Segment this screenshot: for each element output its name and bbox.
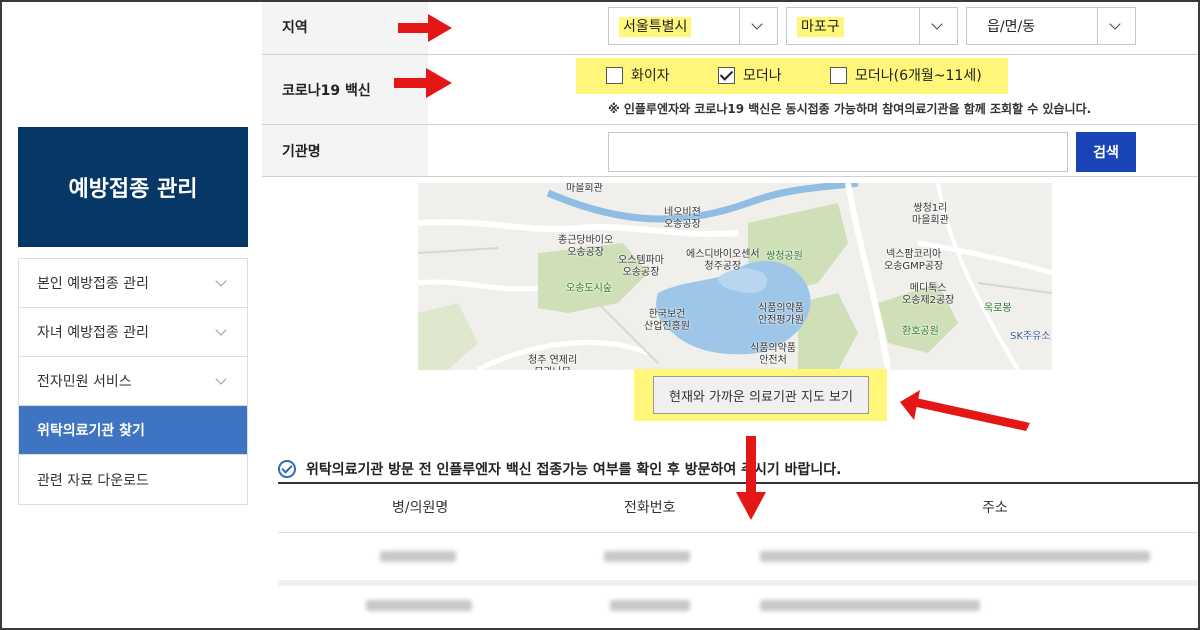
map-label-kohi: 한국보건 산업진흥원 bbox=[644, 309, 690, 332]
sidebar-item-label: 위탁의료기관 찾기 bbox=[37, 423, 145, 439]
sidebar-item-my-vaccination[interactable]: 본인 예방접종 관리 bbox=[19, 259, 247, 308]
table-header-address: 주소 bbox=[982, 500, 1008, 516]
chevron-down-icon bbox=[1097, 8, 1135, 44]
map-label-oksan: 옥로봉 bbox=[984, 303, 1012, 314]
sidebar-item-label: 자녀 예방접종 관리 bbox=[37, 325, 149, 341]
chevron-down-icon bbox=[739, 8, 777, 44]
notice: 위탁의료기관 방문 전 인플루엔자 백신 접종가능 여부를 확인 후 방문하여 … bbox=[278, 459, 842, 479]
table-header-name: 병/의원명 bbox=[392, 500, 449, 516]
moderna-kids-label: 모더나(6개월~11세) bbox=[855, 68, 982, 84]
map-label-cheongju: 청주 연제리 모과나무 bbox=[528, 355, 578, 370]
sidebar-menu: 본인 예방접종 관리 자녀 예방접종 관리 전자민원 서비스 위탁의료기관 찾기… bbox=[18, 258, 248, 505]
vaccine-note: ※ 인플루엔자와 코로나19 백신은 동시접종 가능하며 참여의료기관을 함께 … bbox=[608, 102, 1092, 116]
district-select[interactable]: 마포구 bbox=[786, 7, 958, 45]
blurred-cell bbox=[760, 600, 980, 611]
sidebar-item-child-vaccination[interactable]: 자녀 예방접종 관리 bbox=[19, 308, 247, 357]
blurred-cell bbox=[366, 600, 472, 611]
chevron-down-icon bbox=[919, 8, 957, 44]
map-label-nexpharm: 넥스팜코리아 오송GMP공장 bbox=[884, 249, 944, 272]
dong-select[interactable]: 읍/면/동 bbox=[966, 7, 1136, 45]
map-label-sk: SK주유소 bbox=[1010, 331, 1051, 342]
results-table bbox=[278, 482, 1200, 484]
map-label-neo: 네오비젼 오송공장 bbox=[664, 207, 701, 230]
name-label: 기관명 bbox=[262, 125, 428, 176]
region-row: 지역 서울특별시 마포구 읍/면/동 bbox=[262, 0, 1200, 54]
moderna-kids-checkbox[interactable]: 모더나(6개월~11세) bbox=[830, 65, 982, 85]
pfizer-label: 화이자 bbox=[631, 68, 670, 84]
map-label-jonggeun: 종근당바이오 오송공장 bbox=[558, 235, 614, 258]
sidebar-title: 예방접종 관리 bbox=[18, 127, 248, 247]
sidebar-item-e-civil[interactable]: 전자민원 서비스 bbox=[19, 357, 247, 406]
checkbox-icon bbox=[606, 66, 623, 84]
city-select-value: 서울특별시 bbox=[619, 17, 692, 37]
map-label-esd: 에스디바이오센서 청주공장 bbox=[686, 249, 760, 272]
chevron-down-icon bbox=[215, 373, 227, 385]
moderna-checkbox[interactable]: 모더나 bbox=[718, 65, 782, 85]
blurred-cell bbox=[380, 551, 456, 562]
name-row: 기관명 검색 bbox=[262, 124, 1200, 176]
blurred-cell bbox=[760, 551, 1150, 562]
map-label-forest: 오송도시숲 bbox=[566, 283, 612, 294]
sidebar-item-label: 본인 예방접종 관리 bbox=[37, 276, 149, 292]
table-divider bbox=[278, 532, 1200, 533]
map-label-maeul: 마을회관 bbox=[566, 183, 603, 194]
search-form: 지역 서울특별시 마포구 읍/면/동 코로나19 백신 화이자 모더나 모더나(… bbox=[262, 0, 1200, 177]
sidebar-item-label: 관련 자료 다운로드 bbox=[37, 472, 149, 489]
map-label-osstem: 오스템파마 오송공장 bbox=[618, 255, 664, 278]
region-label: 지역 bbox=[262, 0, 428, 54]
dong-select-value: 읍/면/동 bbox=[987, 19, 1036, 35]
sidebar-item-label: 전자민원 서비스 bbox=[37, 374, 132, 390]
annotation-arrow-head bbox=[736, 492, 766, 520]
check-circle-icon bbox=[278, 460, 296, 478]
nearby-map-button[interactable]: 현재와 가까운 의료기관 지도 보기 bbox=[653, 376, 869, 414]
blurred-cell bbox=[604, 551, 690, 562]
clinic-name-input[interactable] bbox=[608, 132, 1068, 172]
district-select-value: 마포구 bbox=[797, 17, 844, 37]
city-select[interactable]: 서울특별시 bbox=[608, 7, 778, 45]
vaccine-row: 코로나19 백신 화이자 모더나 모더나(6개월~11세) ※ 인플루엔자와 코… bbox=[262, 54, 1200, 124]
table-header-phone: 전화번호 bbox=[624, 500, 676, 516]
blurred-cell bbox=[610, 600, 690, 611]
sidebar-item-find-clinic[interactable]: 위탁의료기관 찾기 bbox=[19, 406, 247, 455]
pfizer-checkbox[interactable]: 화이자 bbox=[606, 65, 670, 85]
map-label-mfds: 식품의약품 안전처 bbox=[750, 343, 796, 366]
map-label-medytox: 메디톡스 오송제2공장 bbox=[902, 283, 955, 306]
table-row-separator bbox=[278, 580, 1200, 586]
map-label-ssangcheong-hall: 쌍청1리 마을회관 bbox=[912, 203, 949, 226]
annotation-arrow-head bbox=[900, 390, 920, 420]
sidebar-item-downloads[interactable]: 관련 자료 다운로드 bbox=[19, 455, 247, 504]
map-graphic bbox=[418, 183, 1052, 370]
search-button[interactable]: 검색 bbox=[1076, 132, 1136, 172]
vaccine-label: 코로나19 백신 bbox=[262, 55, 428, 124]
chevron-down-icon bbox=[215, 275, 227, 287]
annotation-arrow-shaft bbox=[912, 398, 1030, 431]
chevron-down-icon bbox=[215, 324, 227, 336]
moderna-label: 모더나 bbox=[743, 68, 782, 84]
notice-text: 위탁의료기관 방문 전 인플루엔자 백신 접종가능 여부를 확인 후 방문하여 … bbox=[306, 462, 842, 478]
checkbox-icon bbox=[830, 66, 847, 84]
map-label-hwanho: 환호공원 bbox=[902, 326, 939, 337]
map-label-mfds-eval: 식품의약품 안전평가원 bbox=[758, 303, 804, 326]
clinic-map[interactable]: 마을회관 네오비젼 오송공장 종근당바이오 오송공장 오스템파마 오송공장 에스… bbox=[418, 183, 1052, 370]
map-label-ssangcheong-park: 쌍청공원 bbox=[766, 251, 803, 262]
checked-checkbox-icon bbox=[718, 66, 735, 84]
